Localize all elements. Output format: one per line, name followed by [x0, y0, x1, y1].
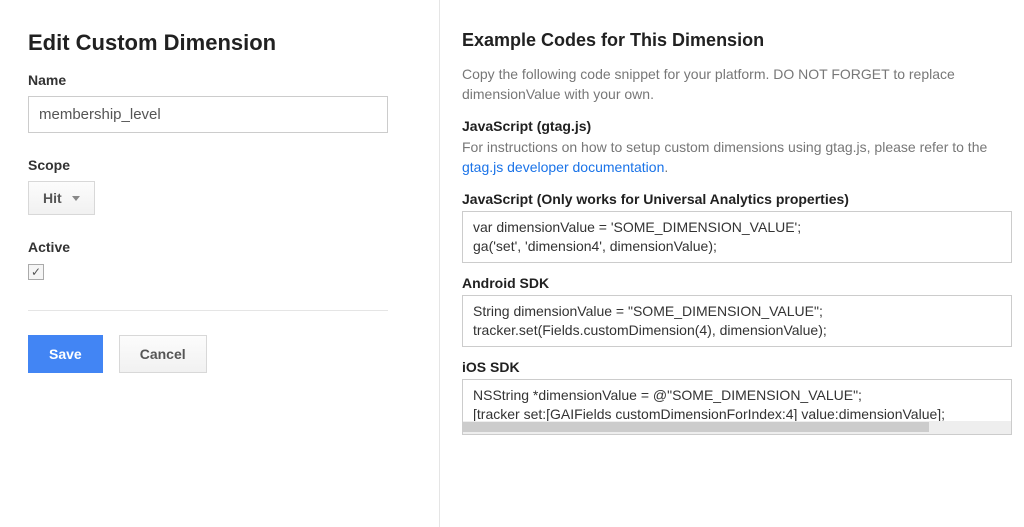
name-label: Name: [28, 72, 411, 88]
scope-value: Hit: [43, 190, 62, 206]
gtag-doc-link[interactable]: gtag.js developer documentation: [462, 159, 664, 175]
android-head: Android SDK: [462, 275, 1012, 291]
save-button[interactable]: Save: [28, 335, 103, 373]
gtag-head: JavaScript (gtag.js): [462, 118, 1012, 134]
horizontal-scrollbar[interactable]: [462, 421, 1012, 435]
scrollbar-thumb[interactable]: [463, 422, 929, 432]
scope-label: Scope: [28, 157, 411, 173]
name-field: Name: [28, 72, 411, 133]
cancel-button[interactable]: Cancel: [119, 335, 207, 373]
page-title: Edit Custom Dimension: [28, 30, 411, 56]
active-checkbox[interactable]: ✓: [28, 264, 44, 280]
form-panel: Edit Custom Dimension Name Scope Hit Act…: [0, 0, 440, 527]
gtag-desc-suffix: .: [664, 159, 668, 175]
button-row: Save Cancel: [28, 335, 411, 373]
example-panel: Example Codes for This Dimension Copy th…: [440, 0, 1024, 527]
example-intro: Copy the following code snippet for your…: [462, 65, 1012, 104]
scope-field: Scope Hit: [28, 157, 411, 215]
scope-select[interactable]: Hit: [28, 181, 95, 215]
name-input[interactable]: [28, 96, 388, 133]
active-field: Active ✓: [28, 239, 411, 280]
gtag-desc-prefix: For instructions on how to setup custom …: [462, 139, 987, 155]
example-heading: Example Codes for This Dimension: [462, 30, 1012, 51]
active-label: Active: [28, 239, 411, 255]
divider: [28, 310, 388, 311]
android-code-box[interactable]: String dimensionValue = "SOME_DIMENSION_…: [462, 295, 1012, 347]
chevron-down-icon: [72, 196, 80, 201]
js-head: JavaScript (Only works for Universal Ana…: [462, 191, 1012, 207]
js-code-box[interactable]: var dimensionValue = 'SOME_DIMENSION_VAL…: [462, 211, 1012, 263]
ios-head: iOS SDK: [462, 359, 1012, 375]
gtag-desc: For instructions on how to setup custom …: [462, 138, 1012, 177]
